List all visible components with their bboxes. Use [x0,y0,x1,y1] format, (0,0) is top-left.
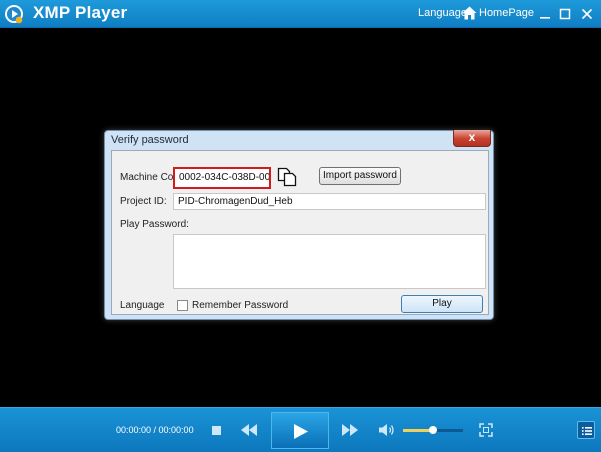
project-id-label: Project ID: [120,196,167,207]
dialog-close-button[interactable]: x [453,130,491,147]
project-id-field[interactable]: PID-ChromagenDud_Heb [173,193,486,210]
playlist-icon [582,427,592,435]
volume-knob[interactable] [429,426,437,434]
play-button[interactable]: Play [401,295,483,313]
home-icon[interactable] [462,6,477,20]
title-bar: XMP Player Language HomePage [0,0,601,28]
play-pause-button[interactable] [271,412,329,449]
dialog-title: Verify password [111,134,189,146]
remember-password-label[interactable]: Remember Password [192,300,288,311]
remember-password-checkbox[interactable] [177,300,188,311]
time-display: 00:00:00 / 00:00:00 [116,425,194,435]
app-logo-icon [5,5,23,24]
volume-icon[interactable] [379,423,395,437]
previous-icon[interactable] [241,424,257,436]
dialog-body: Machine Code: 0002-034C-038D-00E8 Import… [111,150,489,315]
control-bar: 00:00:00 / 00:00:00 [0,407,601,452]
fullscreen-icon[interactable] [479,423,493,437]
maximize-icon[interactable] [558,7,572,21]
language-menu[interactable]: Language [418,7,467,19]
close-icon[interactable] [580,7,594,21]
homepage-link[interactable]: HomePage [479,7,534,19]
copy-icon[interactable] [277,167,297,187]
play-password-label: Play Password: [120,219,189,230]
machine-code-field[interactable]: 0002-034C-038D-00E8 [173,167,271,189]
import-password-button[interactable]: Import password [319,167,401,185]
stop-icon[interactable] [212,426,221,435]
play-icon [294,424,308,439]
play-password-input[interactable] [173,234,486,289]
playlist-button[interactable] [577,421,595,439]
volume-slider[interactable] [403,426,463,434]
language-label[interactable]: Language [120,300,165,311]
next-icon[interactable] [342,424,358,436]
minimize-icon[interactable] [538,7,552,21]
verify-password-dialog: Verify password x Machine Code: 0002-034… [104,130,494,320]
app-title: XMP Player [33,3,128,22]
